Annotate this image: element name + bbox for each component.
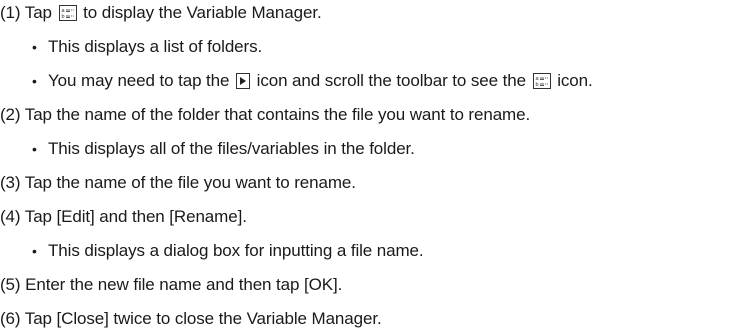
svg-text:b: b — [61, 14, 64, 20]
bullet: • — [32, 141, 37, 157]
note-text-mid: icon and scroll the toolbar to see the — [252, 71, 531, 90]
step-3: (3) Tap the name of the file you want to… — [0, 170, 356, 196]
svg-text:b: b — [535, 82, 538, 88]
right-arrow-icon — [236, 73, 251, 89]
bullet: • — [32, 73, 37, 89]
step-4-note: • This displays a dialog box for inputtin… — [32, 238, 424, 264]
note-text-post: icon. — [552, 71, 593, 90]
note-text: This displays all of the files/variables… — [48, 139, 415, 158]
step-1-note-2: • You may need to tap the icon and scroll… — [32, 68, 593, 94]
note-text: This displays a list of folders. — [48, 37, 263, 56]
step-1-note-1: • This displays a list of folders. — [32, 34, 262, 60]
bullet: • — [32, 39, 37, 55]
step-1-suffix: to display the Variable Manager. — [78, 3, 322, 22]
step-5: (5) Enter the new file name and then tap… — [0, 272, 342, 298]
variable-manager-icon: ab — [532, 73, 551, 89]
step-2: (2) Tap the name of the folder that cont… — [0, 102, 530, 128]
step-6-text: (6) Tap [Close] twice to close the Varia… — [0, 309, 382, 328]
step-1: (1) Tap ab to display the Variable Manag… — [0, 0, 322, 26]
step-6: (6) Tap [Close] twice to close the Varia… — [0, 306, 382, 332]
step-1-prefix: (1) Tap — [0, 3, 57, 22]
step-4: (4) Tap [Edit] and then [Rename]. — [0, 204, 247, 230]
note-text-pre: You may need to tap the — [48, 71, 235, 90]
step-2-note: • This displays all of the files/variable… — [32, 136, 415, 162]
note-text: This displays a dialog box for inputting… — [48, 241, 424, 260]
variable-manager-icon: ab — [58, 5, 77, 21]
bullet: • — [32, 243, 37, 259]
step-2-text: (2) Tap the name of the folder that cont… — [0, 105, 531, 124]
step-4-text: (4) Tap [Edit] and then [Rename]. — [0, 207, 247, 226]
instruction-document: (1) Tap ab to display the Variable Manag… — [0, 0, 744, 336]
step-5-text: (5) Enter the new file name and then tap… — [0, 275, 343, 294]
step-3-text: (3) Tap the name of the file you want to… — [0, 173, 356, 192]
